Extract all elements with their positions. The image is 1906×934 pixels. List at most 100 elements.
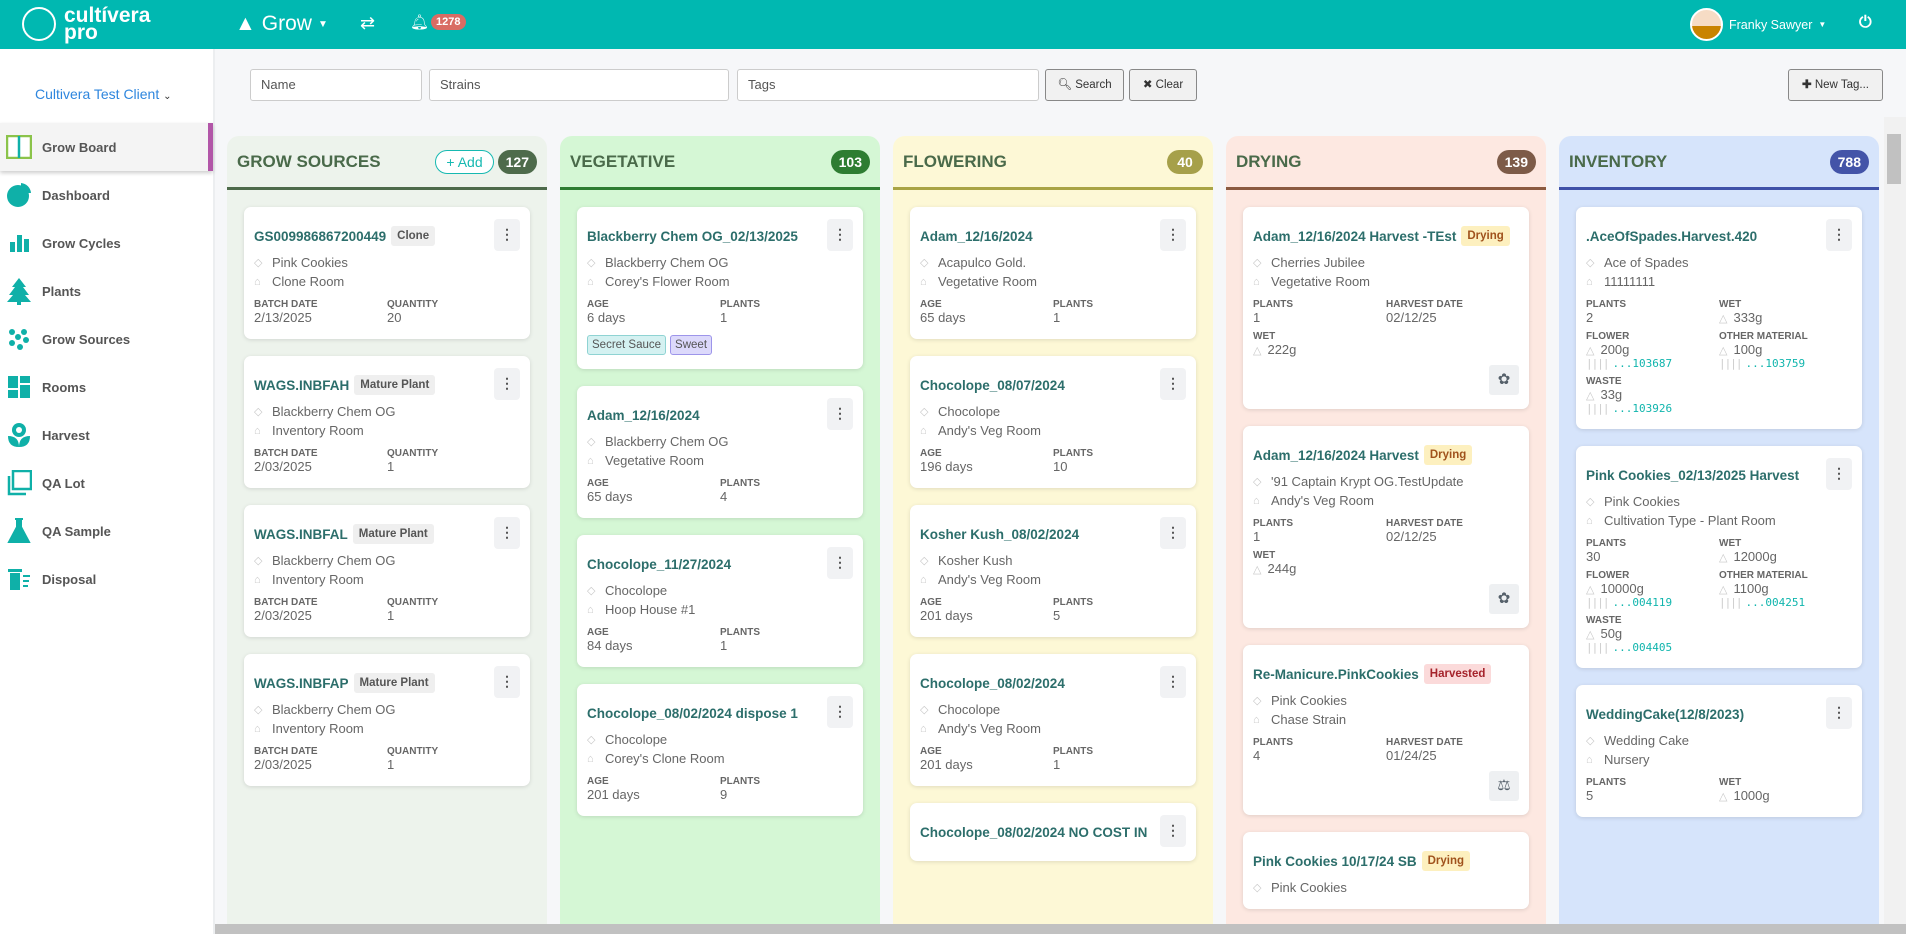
card-title[interactable]: Chocolope_08/07/2024 xyxy=(920,378,1065,393)
card-title[interactable]: Adam_12/16/2024 xyxy=(920,229,1033,244)
card-title[interactable]: Chocolope_08/02/2024 xyxy=(920,676,1065,691)
client-selector[interactable]: Cultivera Test Client ⌄ xyxy=(35,86,172,102)
kebab-icon: ⋮ xyxy=(833,226,847,242)
card[interactable]: Adam_12/16/2024 Harvest Drying ◇ '91 Capta… xyxy=(1243,426,1529,628)
stat: AGE 196 days xyxy=(920,448,1053,474)
card-title[interactable]: Adam_12/16/2024 Harvest xyxy=(1253,448,1419,463)
vertical-scrollbar[interactable] xyxy=(1884,117,1906,924)
sidebar-item-grow-cycles[interactable]: Grow Cycles xyxy=(0,219,213,267)
more-options-button[interactable]: ⋮ xyxy=(827,219,853,251)
sidebar-item-grow-sources[interactable]: Grow Sources xyxy=(0,315,213,363)
card[interactable]: WAGS.INBFAH Mature Plant ⋮ ◇ Blackberry Ch… xyxy=(244,356,530,488)
more-options-button[interactable]: ⋮ xyxy=(1160,219,1186,251)
card-title[interactable]: Blackberry Chem OG_02/13/2025 xyxy=(587,229,798,244)
sidebar-item-qa-lot[interactable]: QA Lot xyxy=(0,459,213,507)
barcode[interactable]: |||| ...004405 xyxy=(1586,641,1719,654)
leaf-icon[interactable]: ✿ xyxy=(1489,365,1519,395)
more-options-button[interactable]: ⋮ xyxy=(1826,697,1852,729)
horizontal-scrollbar[interactable] xyxy=(215,924,1906,934)
card[interactable]: GS009986867200449 Clone ⋮ ◇ Pink Cookies ⌂… xyxy=(244,207,530,339)
more-options-button[interactable]: ⋮ xyxy=(827,398,853,430)
more-options-button[interactable]: ⋮ xyxy=(1160,368,1186,400)
tags-input[interactable]: Tags xyxy=(737,69,1039,101)
card-title[interactable]: Adam_12/16/2024 xyxy=(587,408,700,423)
stat: PLANTS 10 xyxy=(1053,448,1186,474)
card[interactable]: Adam_12/16/2024 Harvest -TEst Drying ◇ Che… xyxy=(1243,207,1529,409)
swap-icon[interactable]: ⇄ xyxy=(360,13,375,34)
card[interactable]: Chocolope_11/27/2024 ⋮ ◇ Chocolope ⌂ Hoop … xyxy=(577,535,863,667)
card[interactable]: WeddingCake(12/8/2023) ⋮ ◇ Wedding Cake ⌂… xyxy=(1576,685,1862,817)
name-input[interactable]: Name xyxy=(250,69,422,101)
tag[interactable]: Secret Sauce xyxy=(587,335,667,355)
card-title[interactable]: WAGS.INBFAH xyxy=(254,378,349,393)
card-title[interactable]: .AceOfSpades.Harvest.420 xyxy=(1586,229,1757,244)
card[interactable]: Pink Cookies 10/17/24 SB Drying ◇ Pink Coo… xyxy=(1243,832,1529,909)
more-options-button[interactable]: ⋮ xyxy=(827,696,853,728)
sidebar-item-harvest[interactable]: Harvest xyxy=(0,411,213,459)
search-button[interactable]: 🔍︎ Search xyxy=(1045,69,1124,101)
sidebar-item-qa-sample[interactable]: QA Sample xyxy=(0,507,213,555)
more-options-button[interactable]: ⋮ xyxy=(494,368,520,400)
leaf-icon[interactable]: ✿ xyxy=(1489,584,1519,614)
card-title[interactable]: Chocolope_08/02/2024 NO COST IN xyxy=(920,825,1147,840)
card[interactable]: Kosher Kush_08/02/2024 ⋮ ◇ Kosher Kush ⌂ A… xyxy=(910,505,1196,637)
scrollbar-thumb[interactable] xyxy=(1887,134,1901,184)
sidebar-item-disposal[interactable]: Disposal xyxy=(0,555,213,603)
kebab-icon: ⋮ xyxy=(833,703,847,719)
barcode[interactable]: |||| ...103687 xyxy=(1586,357,1719,370)
card[interactable]: Chocolope_08/02/2024 dispose 1 ⋮ ◇ Chocol… xyxy=(577,684,863,816)
sidebar-item-plants[interactable]: Plants xyxy=(0,267,213,315)
card[interactable]: WAGS.INBFAP Mature Plant ⋮ ◇ Blackberry Ch… xyxy=(244,654,530,786)
sidebar-item-grow-board[interactable]: Grow Board xyxy=(0,123,213,171)
card[interactable]: Chocolope_08/02/2024 NO COST IN ⋮ xyxy=(910,803,1196,861)
barcode[interactable]: |||| ...103759 xyxy=(1719,357,1852,370)
card-title[interactable]: Pink Cookies 10/17/24 SB xyxy=(1253,854,1417,869)
barcode[interactable]: |||| ...103926 xyxy=(1586,402,1719,415)
card-title[interactable]: Chocolope_08/02/2024 dispose 1 xyxy=(587,706,798,721)
card[interactable]: Chocolope_08/07/2024 ⋮ ◇ Chocolope ⌂ Andy'… xyxy=(910,356,1196,488)
user-menu[interactable]: Franky Sawyer ▼ xyxy=(1690,8,1826,41)
add-button[interactable]: + Add xyxy=(435,149,494,174)
more-options-button[interactable]: ⋮ xyxy=(494,517,520,549)
card-title[interactable]: WAGS.INBFAL xyxy=(254,527,348,542)
card[interactable]: Blackberry Chem OG_02/13/2025 ⋮ ◇ Blackbe… xyxy=(577,207,863,369)
card-title[interactable]: Pink Cookies_02/13/2025 Harvest xyxy=(1586,468,1799,483)
more-options-button[interactable]: ⋮ xyxy=(1826,458,1852,490)
clear-button[interactable]: ✖ Clear xyxy=(1129,69,1197,101)
logo[interactable]: cultívera pro xyxy=(22,5,150,43)
more-options-button[interactable]: ⋮ xyxy=(1160,815,1186,847)
more-options-button[interactable]: ⋮ xyxy=(1826,219,1852,251)
barcode[interactable]: |||| ...004251 xyxy=(1719,596,1852,609)
notifications-button[interactable]: 🔔︎ 1278 xyxy=(410,13,466,31)
card-title[interactable]: Kosher Kush_08/02/2024 xyxy=(920,527,1079,542)
card[interactable]: .AceOfSpades.Harvest.420 ⋮ ◇ Ace of Spade… xyxy=(1576,207,1862,429)
card-title[interactable]: Re-Manicure.PinkCookies xyxy=(1253,667,1419,682)
card-title[interactable]: Chocolope_11/27/2024 xyxy=(587,557,731,572)
strains-input[interactable]: Strains xyxy=(429,69,729,101)
card[interactable]: Re-Manicure.PinkCookies Harvested ◇ Pink C… xyxy=(1243,645,1529,815)
more-options-button[interactable]: ⋮ xyxy=(827,547,853,579)
card[interactable]: Pink Cookies_02/13/2025 Harvest ⋮ ◇ Pink … xyxy=(1576,446,1862,668)
sidebar-item-rooms[interactable]: Rooms xyxy=(0,363,213,411)
scale-icon[interactable]: ⚖ xyxy=(1489,771,1519,801)
card-title[interactable]: Adam_12/16/2024 Harvest -TEst xyxy=(1253,229,1456,244)
card[interactable]: Adam_12/16/2024 ⋮ ◇ Acapulco Gold. ⌂ Veget… xyxy=(910,207,1196,339)
card[interactable]: WAGS.INBFAL Mature Plant ⋮ ◇ Blackberry Ch… xyxy=(244,505,530,637)
card[interactable]: Chocolope_08/02/2024 ⋮ ◇ Chocolope ⌂ Andy'… xyxy=(910,654,1196,786)
column-title: DRYING xyxy=(1236,151,1302,171)
card-title[interactable]: WAGS.INBFAP xyxy=(254,676,349,691)
new-tag-button[interactable]: ✚ New Tag... xyxy=(1788,69,1883,101)
tag[interactable]: Sweet xyxy=(670,335,713,355)
card-title[interactable]: WeddingCake(12/8/2023) xyxy=(1586,707,1744,722)
more-options-button[interactable]: ⋮ xyxy=(1160,517,1186,549)
power-icon[interactable]: ⏻ xyxy=(1859,14,1872,32)
more-options-button[interactable]: ⋮ xyxy=(494,666,520,698)
barcode[interactable]: |||| ...004119 xyxy=(1586,596,1719,609)
more-options-button[interactable]: ⋮ xyxy=(1160,666,1186,698)
module-dropdown[interactable]: ▲ Grow ▼ xyxy=(235,12,328,36)
card-title[interactable]: GS009986867200449 xyxy=(254,229,386,244)
card[interactable]: Adam_12/16/2024 ⋮ ◇ Blackberry Chem OG ⌂ V… xyxy=(577,386,863,518)
sidebar-item-dashboard[interactable]: Dashboard xyxy=(0,171,213,219)
more-options-button[interactable]: ⋮ xyxy=(494,219,520,251)
grow-board-icon xyxy=(6,134,32,160)
